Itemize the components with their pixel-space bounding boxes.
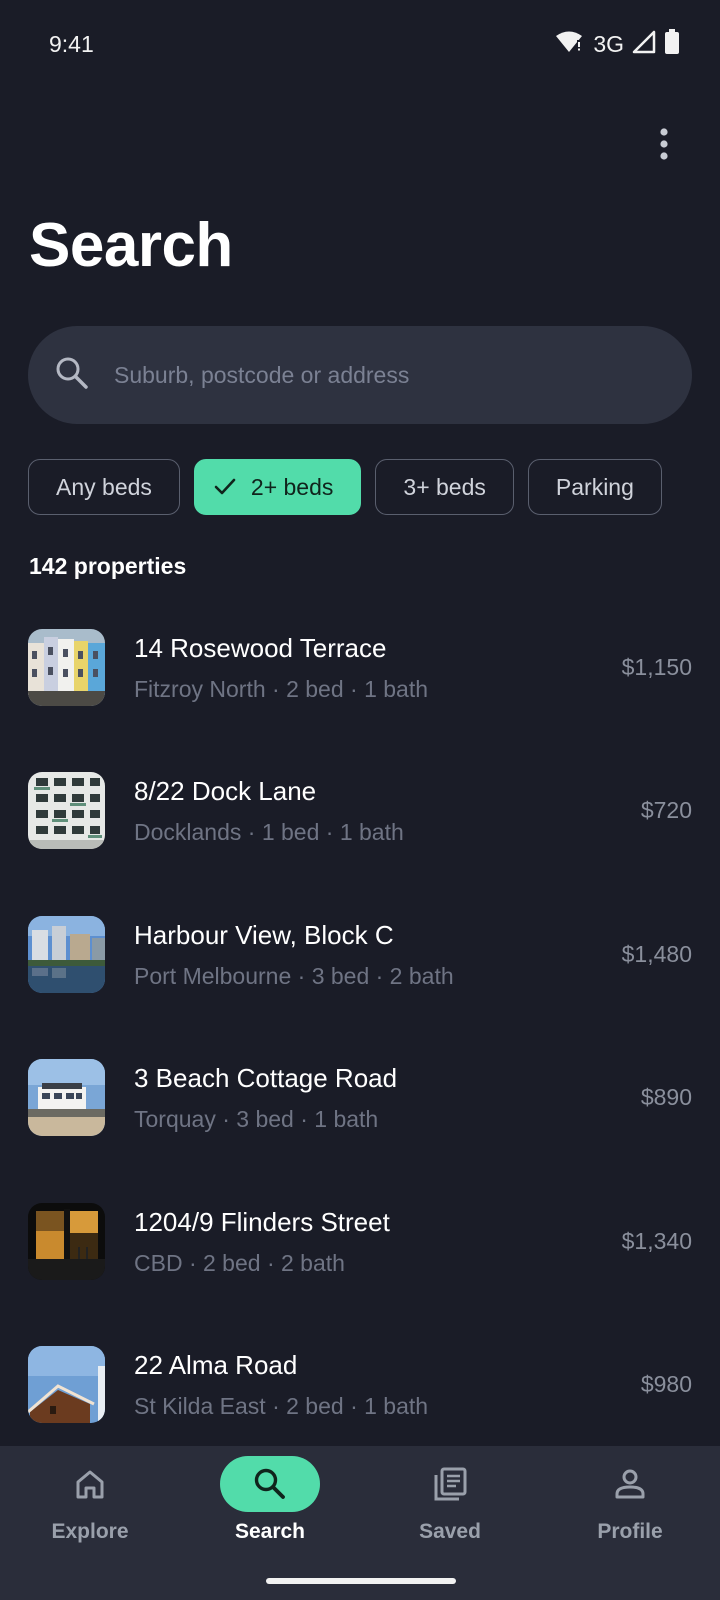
battery-icon: [664, 28, 680, 60]
search-icon: [54, 355, 90, 396]
list-item[interactable]: 8/22 Dock Lane Docklands · 1 bed · 1 bat…: [0, 763, 720, 883]
bottom-navigation: Explore Search Saved Profile: [0, 1446, 720, 1600]
property-thumbnail: [28, 1203, 105, 1280]
page-title: Search: [29, 211, 233, 280]
property-title: 14 Rosewood Terrace: [134, 633, 387, 663]
status-time: 9:41: [49, 30, 94, 57]
chip-label: 3+ beds: [403, 473, 486, 500]
nav-item-search[interactable]: Search: [180, 1456, 360, 1566]
result-count: 142 properties: [29, 553, 187, 579]
nav-item-profile[interactable]: Profile: [540, 1456, 720, 1566]
property-title: 3 Beach Cottage Road: [134, 1063, 398, 1093]
status-bar: 9:41 3G: [0, 0, 720, 88]
search-input[interactable]: [114, 361, 634, 389]
property-price: $1,150: [621, 654, 692, 680]
status-icons: 3G: [555, 28, 680, 60]
search-icon: [254, 1468, 285, 1499]
property-price: $890: [640, 1084, 692, 1110]
property-price: $720: [640, 797, 692, 823]
property-thumbnail: [28, 1059, 105, 1136]
filter-chip-parking[interactable]: Parking: [527, 459, 662, 515]
nav-item-saved[interactable]: Saved: [360, 1456, 540, 1566]
chip-label: 2+ beds: [250, 473, 334, 500]
property-details: Port Melbourne · 3 bed · 2 bath: [134, 963, 454, 989]
home-icon: [76, 1470, 104, 1499]
home-indicator: [266, 1578, 456, 1584]
signal-icon: [632, 30, 656, 59]
property-price: $1,480: [621, 941, 692, 967]
property-title: 8/22 Dock Lane: [134, 776, 317, 806]
property-title: 22 Alma Road: [134, 1350, 298, 1380]
property-details: Fitzroy North · 2 bed · 1 bath: [134, 676, 429, 702]
check-icon: [213, 477, 237, 497]
filter-chip-2-beds[interactable]: 2+ beds: [193, 459, 362, 515]
chip-label: Parking: [555, 473, 634, 500]
property-details: Docklands · 1 bed · 1 bath: [134, 819, 404, 845]
property-details: CBD · 2 bed · 2 bath: [134, 1250, 345, 1276]
more-options-button[interactable]: [644, 120, 684, 168]
nav-label: Search: [234, 1520, 306, 1543]
saved-icon: [434, 1467, 467, 1501]
property-thumbnail: [28, 916, 105, 993]
nav-label: Saved: [419, 1520, 481, 1543]
nav-label: Profile: [597, 1520, 663, 1543]
filter-chip-any-beds[interactable]: Any beds: [28, 459, 180, 515]
property-thumbnail: [28, 772, 105, 849]
search-bar[interactable]: [28, 326, 692, 424]
list-item[interactable]: 14 Rosewood Terrace Fitzroy North · 2 be…: [0, 620, 720, 740]
person-icon: [615, 1469, 645, 1499]
property-title: 1204/9 Flinders Street: [134, 1207, 390, 1237]
property-details: St Kilda East · 2 bed · 1 bath: [134, 1393, 429, 1419]
nav-icon-container: [580, 1456, 680, 1512]
filter-chip-3-beds[interactable]: 3+ beds: [375, 459, 514, 515]
list-item[interactable]: Harbour View, Block C Port Melbourne · 3…: [0, 907, 720, 1027]
property-thumbnail: [28, 629, 105, 706]
property-price: $980: [640, 1371, 692, 1397]
network-type: 3G: [593, 30, 624, 57]
list-item[interactable]: 1204/9 Flinders Street CBD · 2 bed · 2 b…: [0, 1194, 720, 1314]
list-item[interactable]: 22 Alma Road St Kilda East · 2 bed · 1 b…: [0, 1337, 720, 1457]
property-price: $1,340: [621, 1228, 692, 1254]
nav-icon-container: [40, 1456, 140, 1512]
property-title: Harbour View, Block C: [134, 920, 394, 950]
nav-icon-container: [400, 1456, 500, 1512]
filter-chips: Any beds 2+ beds 3+ beds Parking: [28, 459, 662, 515]
chip-label: Any beds: [56, 473, 152, 500]
more-vert-icon: [660, 128, 668, 160]
wifi-icon: [555, 30, 583, 59]
nav-icon-container: [220, 1456, 320, 1512]
nav-label: Explore: [51, 1520, 129, 1543]
property-details: Torquay · 3 bed · 1 bath: [134, 1106, 379, 1132]
nav-item-explore[interactable]: Explore: [0, 1456, 180, 1566]
property-thumbnail: [28, 1346, 105, 1423]
list-item[interactable]: 3 Beach Cottage Road Torquay · 3 bed · 1…: [0, 1050, 720, 1170]
